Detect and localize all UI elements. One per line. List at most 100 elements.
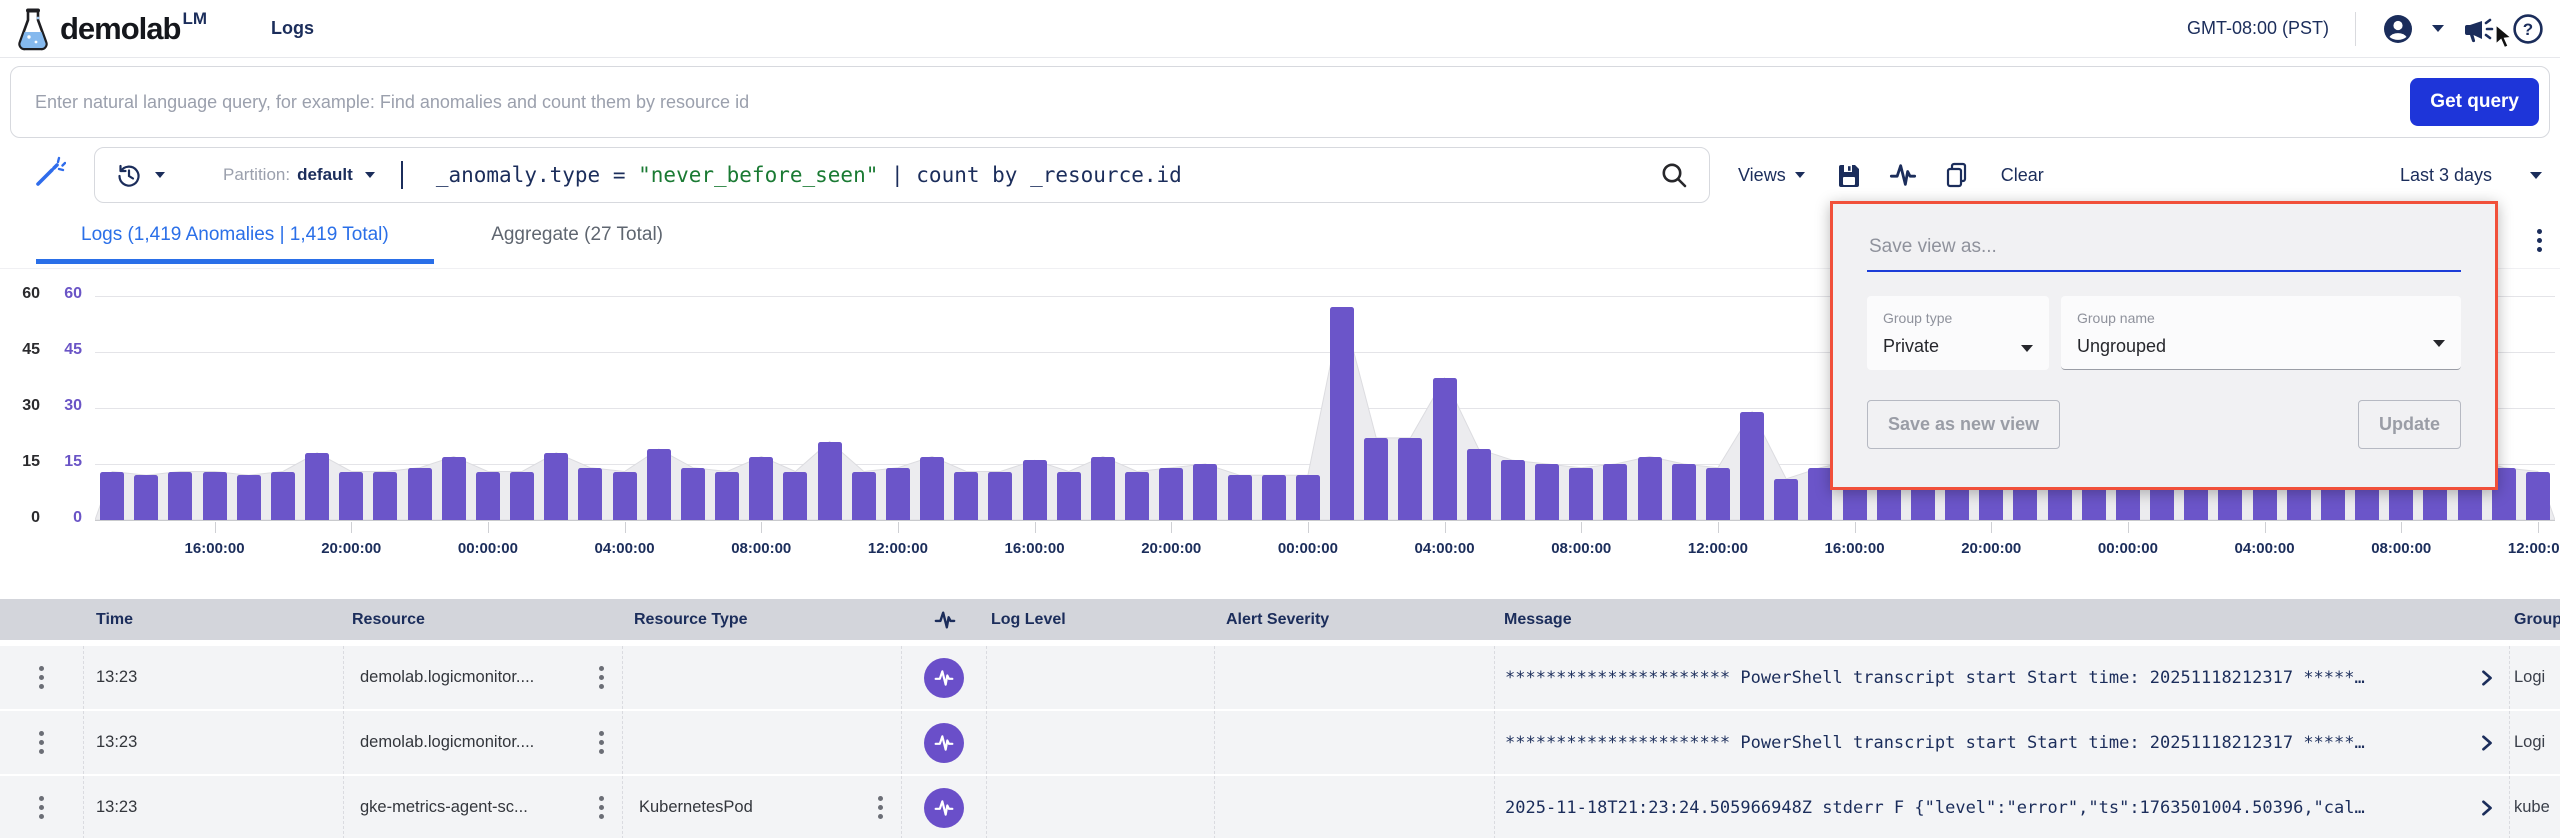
chart-bar[interactable]	[646, 449, 671, 520]
chart-bar[interactable]	[988, 471, 1013, 520]
time-range-selector[interactable]: Last 3 days	[2400, 165, 2542, 186]
chart-bar[interactable]	[373, 471, 398, 520]
expand-row-chevron-icon[interactable]	[2479, 797, 2495, 819]
row-kebab-icon[interactable]	[35, 792, 48, 823]
chart-bar[interactable]	[783, 471, 808, 520]
chart-bar[interactable]	[544, 452, 569, 520]
chart-bar[interactable]	[168, 471, 193, 520]
views-button[interactable]: Views	[1738, 165, 1805, 186]
chart-bar[interactable]	[1603, 464, 1628, 520]
header-log-level[interactable]: Log Level	[987, 611, 1215, 629]
chart-bar[interactable]	[1295, 475, 1320, 520]
help-icon[interactable]: ?	[2512, 13, 2544, 45]
save-view-name-input[interactable]	[1867, 230, 2461, 270]
chart-bar[interactable]	[817, 441, 842, 520]
chart-bar[interactable]	[305, 452, 330, 520]
chart-bar[interactable]	[1159, 467, 1184, 520]
tab-overflow-kebab-icon[interactable]	[2533, 225, 2546, 256]
chart-bar[interactable]	[1671, 464, 1696, 520]
chart-bar[interactable]	[2525, 471, 2550, 520]
chart-bar[interactable]	[1227, 475, 1252, 520]
chart-bar[interactable]	[270, 471, 295, 520]
chart-bar[interactable]	[1090, 456, 1115, 520]
group-type-select[interactable]: Group type Private	[1867, 296, 2049, 370]
clear-button[interactable]: Clear	[2001, 165, 2044, 186]
group-name-select[interactable]: Group name Ungrouped	[2061, 296, 2461, 370]
chart-bar[interactable]	[1432, 378, 1457, 520]
announcements-icon[interactable]	[2462, 14, 2494, 44]
copy-icon[interactable]	[1943, 161, 1971, 189]
chart-bar[interactable]	[202, 471, 227, 520]
chart-bar[interactable]	[1740, 411, 1765, 520]
table-row[interactable]: 13:23 demolab.logicmonitor.... ***********…	[0, 646, 2560, 709]
get-query-button[interactable]: Get query	[2410, 78, 2539, 126]
table-row[interactable]: 13:23 demolab.logicmonitor.... ***********…	[0, 711, 2560, 774]
save-as-new-view-button[interactable]: Save as new view	[1867, 400, 2061, 449]
chart-bar[interactable]	[134, 475, 159, 520]
chart-bar[interactable]	[1056, 471, 1081, 520]
chart-bar[interactable]	[885, 467, 910, 520]
expand-row-chevron-icon[interactable]	[2479, 667, 2495, 689]
chart-bar[interactable]	[1569, 467, 1594, 520]
update-button[interactable]: Update	[2357, 400, 2461, 449]
history-caret-icon[interactable]	[155, 172, 165, 178]
tab-aggregate[interactable]: Aggregate (27 Total)	[446, 205, 708, 259]
chart-bar[interactable]	[1637, 456, 1662, 520]
expand-row-chevron-icon[interactable]	[2479, 732, 2495, 754]
chart-bar[interactable]	[1705, 467, 1730, 520]
chart-bar[interactable]	[1330, 307, 1355, 520]
row-kebab-icon[interactable]	[35, 727, 48, 758]
chart-bar[interactable]	[1125, 471, 1150, 520]
row-kebab-icon[interactable]	[595, 662, 608, 693]
chart-bar[interactable]	[407, 467, 432, 520]
timezone-label[interactable]: GMT-08:00 (PST)	[2187, 18, 2329, 39]
chart-bar[interactable]	[851, 471, 876, 520]
chart-bar[interactable]	[1261, 475, 1286, 520]
partition-value[interactable]: default	[297, 165, 353, 185]
user-menu-caret-icon[interactable]	[2432, 25, 2444, 32]
chart-bar[interactable]	[1364, 437, 1389, 520]
header-resource[interactable]: Resource	[344, 611, 623, 629]
table-row[interactable]: 13:23 gke-metrics-agent-sc... KubernetesPo…	[0, 776, 2560, 838]
chart-bar[interactable]	[339, 471, 364, 520]
chart-bar[interactable]	[1500, 460, 1525, 520]
chart-bar[interactable]	[1808, 467, 1833, 520]
query-input-box[interactable]: Partition: default _anomaly.type = "neve…	[94, 147, 1710, 203]
partition-caret-icon[interactable]	[364, 172, 375, 178]
tab-logs[interactable]: Logs (1,419 Anomalies | 1,419 Total)	[36, 205, 434, 264]
natural-language-query-input[interactable]	[11, 91, 2411, 113]
chart-bar[interactable]	[475, 471, 500, 520]
header-alert-severity[interactable]: Alert Severity	[1215, 611, 1495, 629]
chart-bar[interactable]	[1398, 437, 1423, 520]
chart-bar[interactable]	[1466, 449, 1491, 520]
anomalies-pulse-icon[interactable]	[1887, 161, 1919, 189]
query-text[interactable]: _anomaly.type = "never_before_seen" | co…	[436, 163, 1182, 187]
header-time[interactable]: Time	[84, 611, 344, 629]
anomaly-badge-icon[interactable]	[924, 787, 964, 828]
chart-bar[interactable]	[100, 471, 125, 520]
anomaly-badge-icon[interactable]	[924, 722, 964, 763]
search-icon[interactable]	[1659, 160, 1689, 190]
chart-bar[interactable]	[612, 471, 637, 520]
save-view-icon[interactable]	[1835, 161, 1863, 189]
chart-bar[interactable]	[954, 471, 979, 520]
chart-bar[interactable]	[680, 467, 705, 520]
chart-bar[interactable]	[1022, 460, 1047, 520]
chart-bar[interactable]	[441, 456, 466, 520]
chart-bar[interactable]	[510, 471, 535, 520]
chart-bar[interactable]	[1774, 478, 1799, 520]
chart-bar[interactable]	[1535, 464, 1560, 520]
anomaly-badge-icon[interactable]	[924, 657, 964, 698]
brand-logo[interactable]: demolab LM	[14, 6, 207, 52]
header-anomaly-pulse-icon[interactable]	[902, 609, 987, 631]
chart-bar[interactable]	[715, 471, 740, 520]
header-groups[interactable]: Groups	[2510, 611, 2560, 629]
row-kebab-icon[interactable]	[35, 662, 48, 693]
chart-bar[interactable]	[236, 475, 261, 520]
chart-bar[interactable]	[920, 456, 945, 520]
magic-wand-icon[interactable]	[32, 156, 67, 195]
chart-bar[interactable]	[578, 467, 603, 520]
nav-item-logs[interactable]: Logs	[271, 18, 314, 39]
header-resource-type[interactable]: Resource Type	[623, 611, 902, 629]
row-kebab-icon[interactable]	[595, 792, 608, 823]
